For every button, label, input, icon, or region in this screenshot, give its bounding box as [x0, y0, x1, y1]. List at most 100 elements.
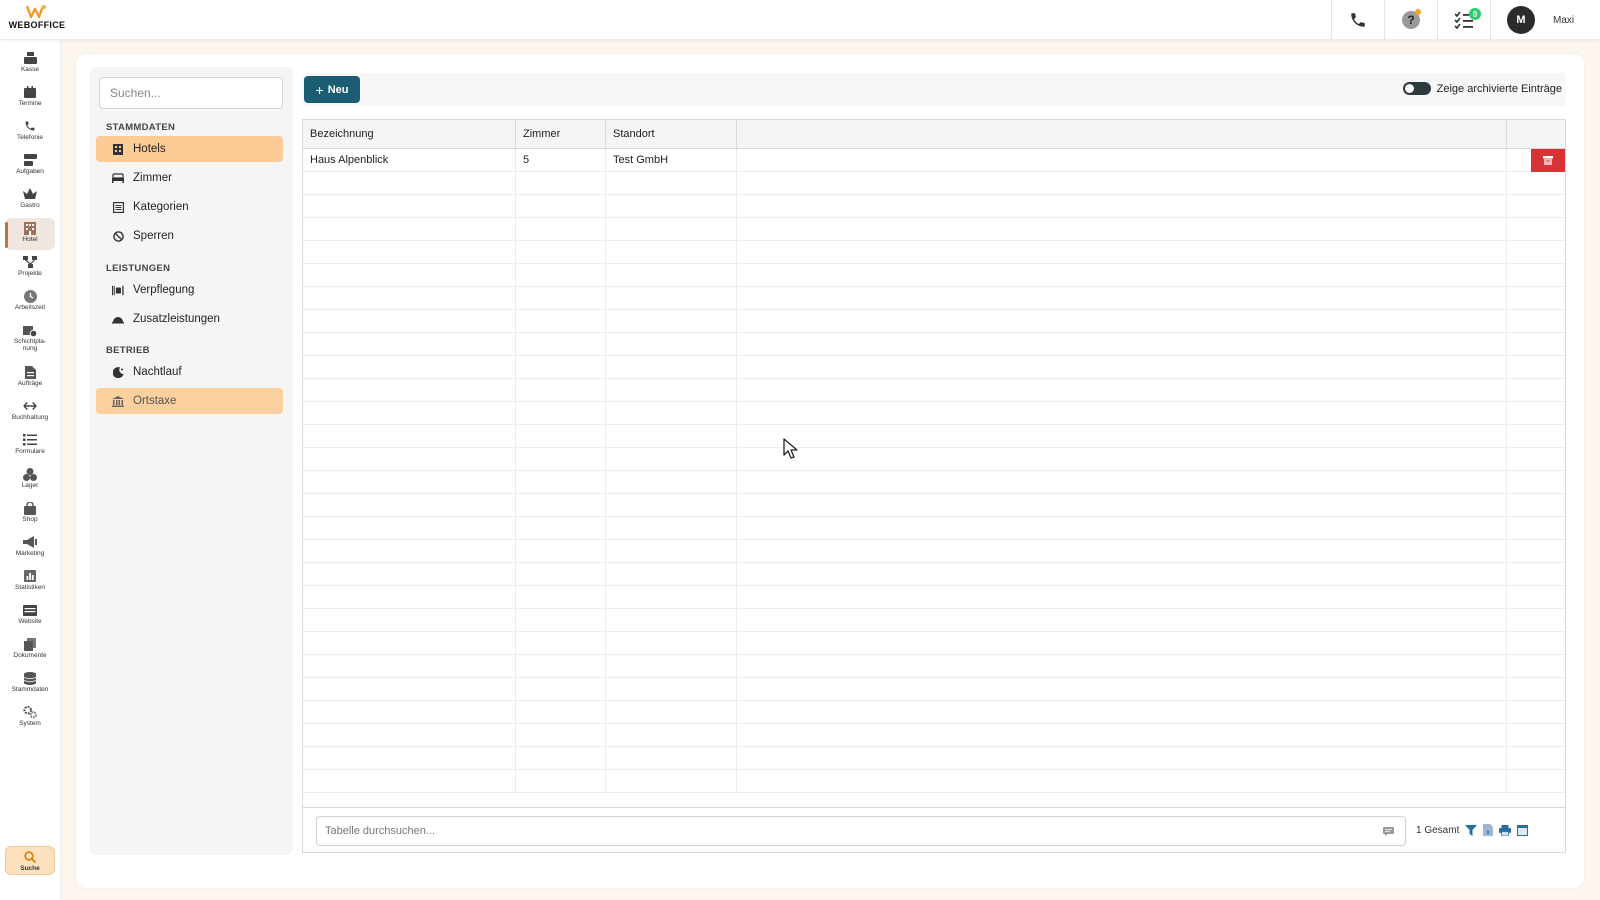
empty-cell [606, 770, 737, 793]
user-menu[interactable]: M Maxi [1490, 0, 1600, 40]
rail-item-system[interactable]: System [5, 702, 55, 734]
rail-item-arbeitszeit[interactable]: Arbeitszeit [5, 286, 55, 318]
empty-cell [516, 678, 606, 701]
empty-cell [606, 655, 737, 678]
rail-item-schichtplanung[interactable]: Schichtpla- nung [5, 320, 55, 358]
empty-table-row [303, 448, 1565, 471]
empty-cell [516, 448, 606, 471]
rail-item-hotel[interactable]: Hotel [5, 218, 55, 250]
empty-cell [737, 310, 1507, 333]
chart-icon [23, 569, 37, 583]
column-header-zimmer[interactable]: Zimmer [516, 120, 606, 149]
rail-item-website[interactable]: Website [5, 600, 55, 632]
tasks-button[interactable]: 0 [1437, 0, 1490, 40]
rail-item-aufgaben[interactable]: Aufgaben [5, 150, 55, 182]
empty-table-row [303, 356, 1565, 379]
empty-cell [303, 448, 516, 471]
subnav-item-verpflegung[interactable]: Verpflegung [96, 277, 283, 303]
cell-bezeichnung: Haus Alpenblick [303, 149, 516, 172]
filter-icon[interactable] [1465, 824, 1477, 836]
comment-icon[interactable] [1383, 823, 1394, 841]
empty-cell [737, 425, 1507, 448]
empty-cell [303, 195, 516, 218]
megaphone-icon [23, 535, 37, 549]
rail-item-gastro[interactable]: Gastro [5, 184, 55, 216]
logo-mark-icon [26, 5, 46, 19]
rail-item-projekte[interactable]: Projekte [5, 252, 55, 284]
column-header-standort[interactable]: Standort [606, 120, 737, 149]
empty-cell [516, 425, 606, 448]
tasks-icon [23, 153, 37, 167]
empty-cell [737, 770, 1507, 793]
rail-item-formulare[interactable]: Formulare [5, 430, 55, 462]
empty-cell [606, 540, 737, 563]
empty-cell [606, 586, 737, 609]
empty-table-row [303, 195, 1565, 218]
empty-cell [516, 310, 606, 333]
table-row[interactable]: Haus Alpenblick 5 Test GmbH [303, 149, 1565, 172]
export-excel-icon[interactable]: x [1482, 824, 1494, 836]
empty-cell [303, 264, 516, 287]
rail-label: Gastro [20, 202, 40, 209]
empty-table-row [303, 747, 1565, 770]
help-button[interactable]: ? [1384, 0, 1437, 40]
rail-item-lager[interactable]: Lager [5, 464, 55, 496]
columns-icon[interactable] [1516, 824, 1528, 836]
empty-table-row [303, 241, 1565, 264]
cell-filler [737, 149, 1507, 172]
rail-item-kasse[interactable]: Kasse [5, 48, 55, 80]
empty-cell [516, 195, 606, 218]
subnav-item-sperren[interactable]: Sperren [96, 223, 283, 249]
rail-label: Dokumente [13, 652, 47, 659]
subnav-item-zimmer[interactable]: Zimmer [96, 165, 283, 191]
empty-cell [516, 632, 606, 655]
hotel-icon [23, 221, 37, 235]
empty-cell [1507, 632, 1565, 655]
rail-search-button[interactable]: Suche [5, 846, 55, 875]
empty-cell [516, 333, 606, 356]
rail-label: Lager [21, 482, 39, 489]
rail-item-termine[interactable]: Termine [5, 82, 55, 114]
empty-cell [303, 609, 516, 632]
empty-cell [516, 517, 606, 540]
rail-item-stammdaten[interactable]: Stammdaten [5, 668, 55, 700]
empty-cell [303, 655, 516, 678]
empty-cell [1507, 333, 1565, 356]
table-search-input[interactable] [316, 816, 1406, 846]
archive-row-button[interactable] [1531, 149, 1565, 172]
empty-table-row [303, 586, 1565, 609]
weboffice-logo[interactable]: WEBOFFICE [6, 4, 68, 36]
new-button-label: Neu [327, 83, 349, 96]
rail-item-telefonie[interactable]: Telefonie [5, 116, 55, 148]
archive-toggle-switch[interactable] [1402, 82, 1431, 95]
empty-cell [606, 425, 737, 448]
empty-cell [1507, 425, 1565, 448]
empty-cell [1507, 540, 1565, 563]
column-header-bezeichnung[interactable]: Bezeichnung [303, 120, 516, 149]
rail-item-auftraege[interactable]: Aufträge [5, 362, 55, 394]
order-icon [23, 365, 37, 379]
landmark-icon [112, 395, 124, 407]
top-bar: WEBOFFICE ? 0 M Maxi [0, 0, 1600, 40]
rail-item-marketing[interactable]: Marketing [5, 532, 55, 564]
clock-icon [23, 289, 37, 303]
subnav-label: Ortstaxe [133, 395, 177, 407]
print-icon[interactable] [1499, 824, 1511, 836]
subnav-label: Kategorien [133, 201, 189, 213]
subnav-item-kategorien[interactable]: Kategorien [96, 194, 283, 220]
phone-button[interactable] [1331, 0, 1384, 40]
subnav-search-input[interactable] [99, 77, 283, 109]
empty-cell [303, 425, 516, 448]
subnav-item-zusatzleistungen[interactable]: Zusatzleistungen [96, 306, 283, 332]
rail-item-statistiken[interactable]: Statistiken [5, 566, 55, 598]
new-button[interactable]: + Neu [304, 76, 360, 103]
rail-item-dokumente[interactable]: Dokumente [5, 634, 55, 666]
subnav-item-ortstaxe[interactable]: Ortstaxe [96, 388, 283, 414]
website-icon [23, 603, 37, 617]
subnav-label: Nachtlauf [133, 366, 182, 378]
rail-item-shop[interactable]: Shop [5, 498, 55, 530]
empty-cell [737, 747, 1507, 770]
subnav-item-nachtlauf[interactable]: Nachtlauf [96, 359, 283, 385]
rail-item-buchhaltung[interactable]: Buchhaltung [5, 396, 55, 428]
subnav-item-hotels[interactable]: Hotels [96, 136, 283, 162]
